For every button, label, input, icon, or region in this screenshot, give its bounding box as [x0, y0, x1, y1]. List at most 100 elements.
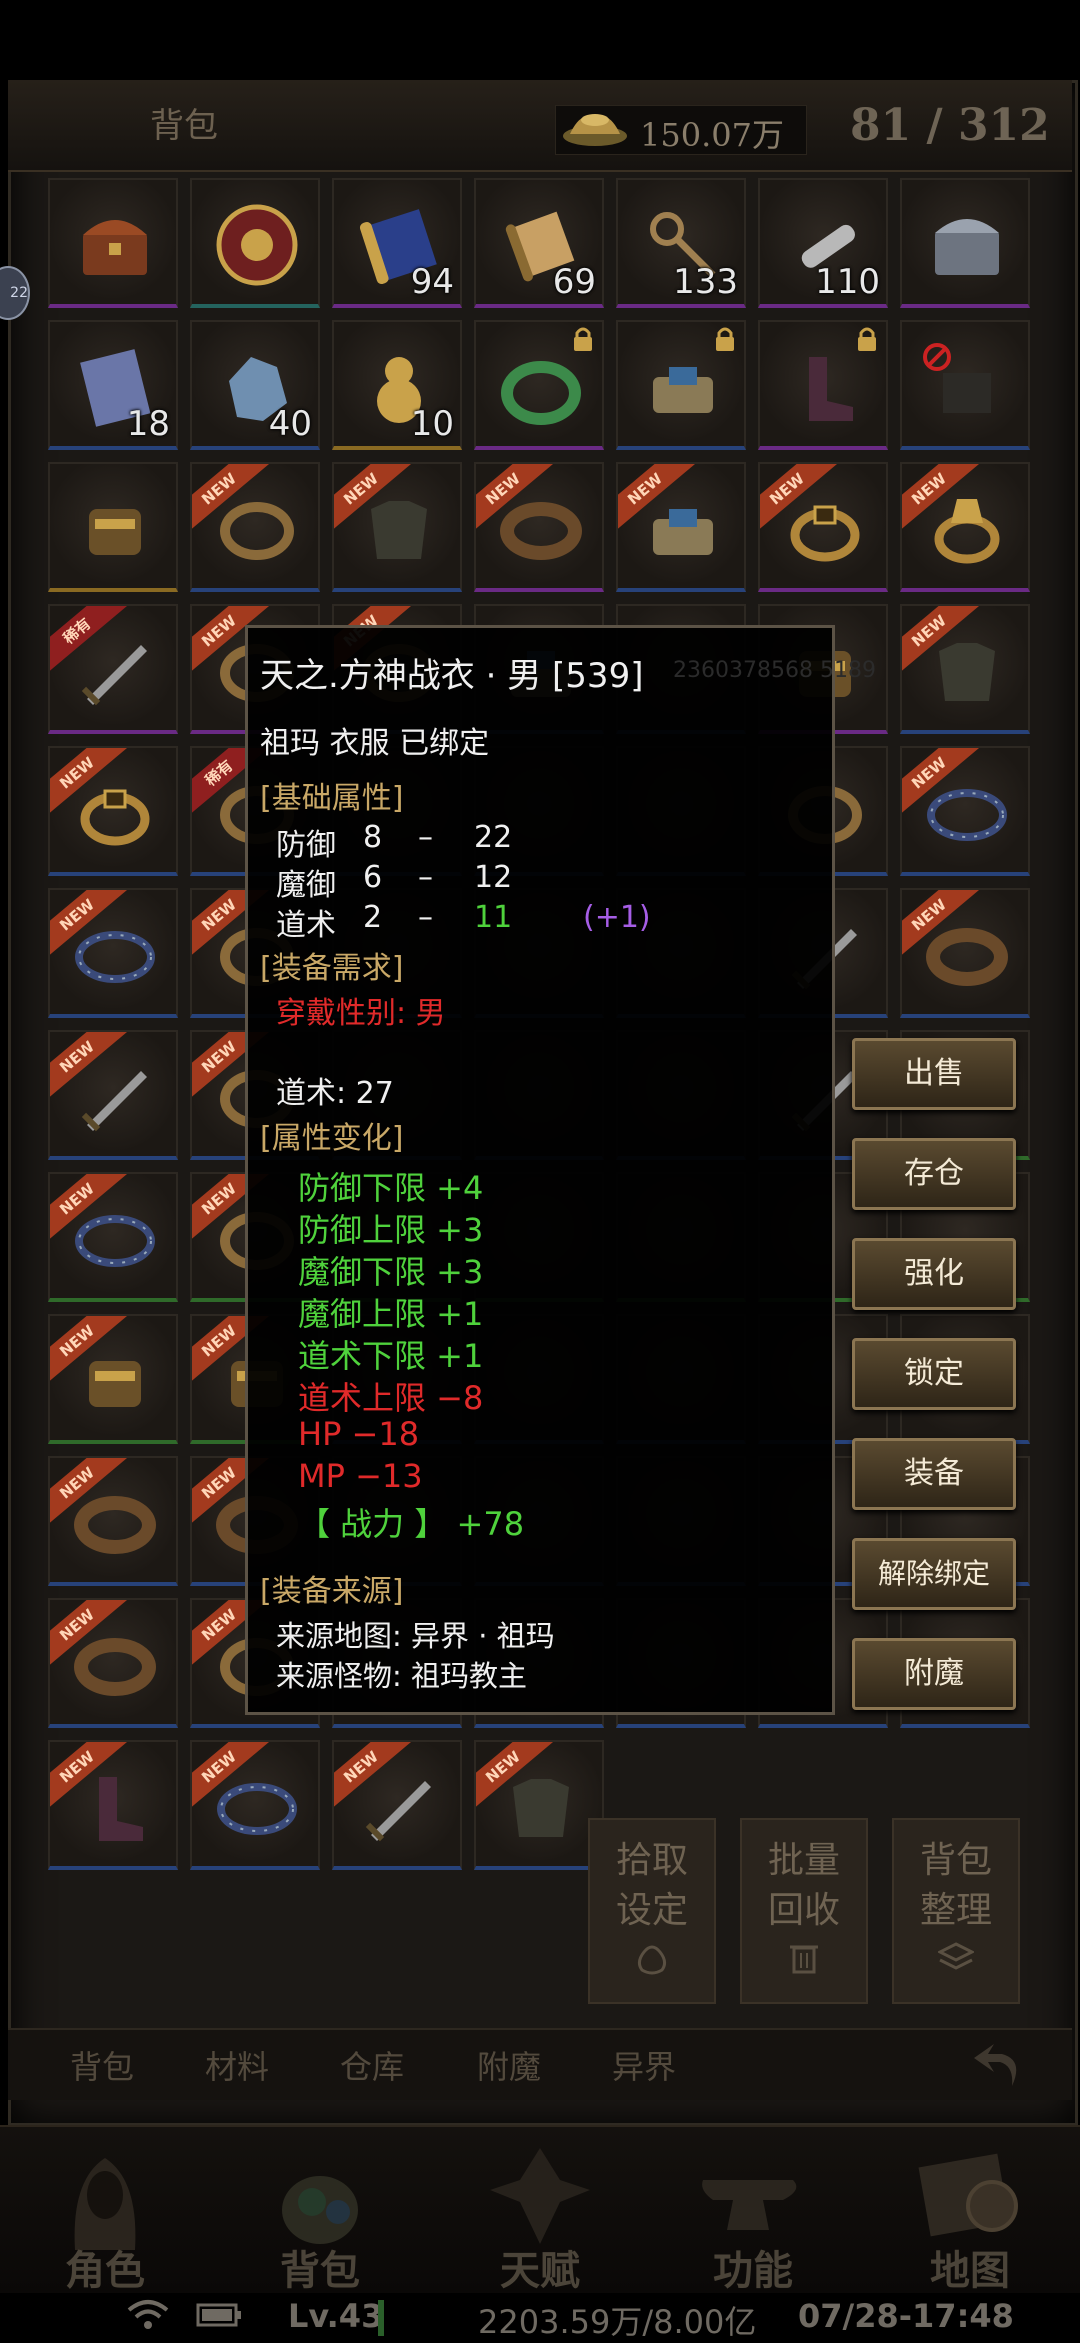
inventory-slot[interactable]: NEW	[474, 462, 604, 592]
inventory-slot[interactable]: NEW	[48, 888, 178, 1018]
nav-bag[interactable]: 背包	[245, 2140, 395, 2294]
subtab-materials[interactable]: 材料	[205, 2042, 269, 2088]
stat-min: 8	[363, 820, 383, 855]
subtab-warehouse[interactable]: 仓库	[340, 2042, 404, 2088]
inventory-slot[interactable]	[900, 320, 1030, 450]
stat-max: 11	[474, 900, 513, 935]
unbind-button[interactable]: 解除绑定	[852, 1538, 1016, 1610]
subtab-bag[interactable]: 背包	[70, 2042, 134, 2088]
inventory-slot[interactable]	[616, 320, 746, 450]
sort-bag-line2: 整理	[919, 1890, 992, 1931]
equip-button[interactable]: 装备	[852, 1438, 1016, 1510]
inventory-slot[interactable]: 10	[332, 320, 462, 450]
inventory-slot[interactable]: NEW	[900, 746, 1030, 876]
inventory-slot[interactable]	[758, 320, 888, 450]
item-count: 110	[815, 262, 880, 302]
attribute-change: 道术上限 −8	[298, 1379, 484, 1417]
inventory-slot[interactable]: NEW	[48, 1314, 178, 1444]
item-count: 40	[268, 404, 312, 444]
anvil-icon	[702, 2180, 797, 2230]
pickup-settings-button[interactable]: 拾取 设定	[588, 1818, 716, 2004]
inventory-slot[interactable]: NEW	[48, 1030, 178, 1160]
bag-icon	[637, 1945, 667, 1975]
inventory-slot[interactable]: NEW	[900, 604, 1030, 734]
inventory-slot[interactable]	[474, 320, 604, 450]
layers-icon	[938, 1942, 974, 1970]
inventory-slot[interactable]: 18	[48, 320, 178, 450]
sort-bag-button[interactable]: 背包 整理	[892, 1818, 1020, 2004]
item-serial: 2360378568 5189	[673, 658, 876, 683]
enchant-button[interactable]: 附魔	[852, 1638, 1016, 1710]
source-header: [装备来源]	[260, 1574, 404, 1609]
nav-function[interactable]: 功能	[678, 2140, 828, 2294]
stat-label: 防御	[276, 828, 336, 863]
item-count: 69	[552, 262, 596, 302]
lock-button[interactable]: 锁定	[852, 1338, 1016, 1410]
basic-attributes-header: [基础属性]	[260, 781, 404, 816]
item-count: 94	[410, 262, 454, 302]
inventory-slot[interactable]	[900, 178, 1030, 308]
nav-map-label: 地图	[930, 2247, 1010, 2294]
inventory-slot[interactable]: 稀有	[48, 604, 178, 734]
inventory-slot[interactable]: NEW	[900, 888, 1030, 1018]
inventory-slot[interactable]: NEW	[332, 1740, 462, 1870]
pickup-settings-line1: 拾取	[615, 1840, 688, 1881]
nav-character[interactable]: 角色	[30, 2140, 180, 2294]
inventory-slot[interactable]: NEW	[900, 462, 1030, 592]
batch-recycle-button[interactable]: 批量 回收	[740, 1818, 868, 2004]
item-name: 天之.方神战衣 · 男 [539]	[260, 656, 644, 696]
inventory-slot[interactable]: NEW	[332, 462, 462, 592]
inventory-slot[interactable]: 94	[332, 178, 462, 308]
batch-recycle-line1: 批量	[767, 1840, 840, 1881]
nav-function-label: 功能	[713, 2247, 793, 2294]
stat-bonus: (+1)	[583, 900, 651, 935]
page-title: 背包	[150, 106, 218, 146]
enhance-button[interactable]: 强化	[852, 1238, 1016, 1310]
inventory-slot[interactable]: 40	[190, 320, 320, 450]
slot-capacity: 81 / 312	[850, 100, 1050, 151]
inventory-slot[interactable]: 69	[474, 178, 604, 308]
attribute-change: 【 战力 】 +78	[298, 1505, 525, 1543]
batch-recycle-line2: 回收	[767, 1890, 840, 1931]
inventory-slot[interactable]: NEW	[48, 1598, 178, 1728]
inventory-slot[interactable]: NEW	[48, 746, 178, 876]
inventory-slot[interactable]: NEW	[474, 1740, 604, 1870]
inventory-slot[interactable]	[48, 178, 178, 308]
inventory-slot[interactable]: NEW	[48, 1172, 178, 1302]
nav-talent[interactable]: 天赋	[465, 2140, 615, 2294]
stat-max: 22	[474, 820, 513, 855]
subtab-otherworld[interactable]: 异界	[612, 2042, 676, 2088]
sort-bag-line1: 背包	[919, 1840, 992, 1881]
trash-icon	[790, 1945, 818, 1974]
nav-talent-label: 天赋	[500, 2247, 580, 2294]
source-monster: 来源怪物: 祖玛教主	[276, 1659, 527, 1693]
requirement-skill: 道术: 27	[276, 1076, 394, 1111]
inventory-slot[interactable]	[190, 178, 320, 308]
battery-icon	[196, 2303, 241, 2327]
nav-map[interactable]: 地图	[895, 2140, 1045, 2294]
inventory-slot[interactable]	[48, 462, 178, 592]
attribute-changes-header: [属性变化]	[260, 1121, 404, 1156]
attribute-change: 魔御上限 +1	[298, 1295, 484, 1333]
subtab-enchant[interactable]: 附魔	[477, 2042, 541, 2088]
inventory-slot[interactable]: NEW	[758, 462, 888, 592]
attribute-change: 魔御下限 +3	[298, 1253, 484, 1291]
player-level: Lv.43	[288, 2297, 384, 2335]
store-button[interactable]: 存仓	[852, 1138, 1016, 1210]
back-arrow-icon[interactable]	[968, 2036, 1028, 2092]
inventory-slot[interactable]: NEW	[190, 1740, 320, 1870]
inventory-slot[interactable]: NEW	[616, 462, 746, 592]
dragon-emblem-icon	[490, 2148, 590, 2244]
forbidden-item-icon	[923, 343, 991, 413]
inventory-slot[interactable]: NEW	[190, 462, 320, 592]
inventory-slot[interactable]: 110	[758, 178, 888, 308]
inventory-slot[interactable]: NEW	[48, 1740, 178, 1870]
chest-icon	[83, 220, 147, 275]
boots-icon	[809, 357, 853, 421]
resource-counter: 2203.59万/8.00亿	[478, 2303, 757, 2341]
inventory-slot[interactable]: NEW	[48, 1456, 178, 1586]
medallion-icon	[216, 204, 298, 286]
inventory-slot[interactable]: 133	[616, 178, 746, 308]
item-count: 10	[410, 404, 454, 444]
sell-button[interactable]: 出售	[852, 1038, 1016, 1110]
